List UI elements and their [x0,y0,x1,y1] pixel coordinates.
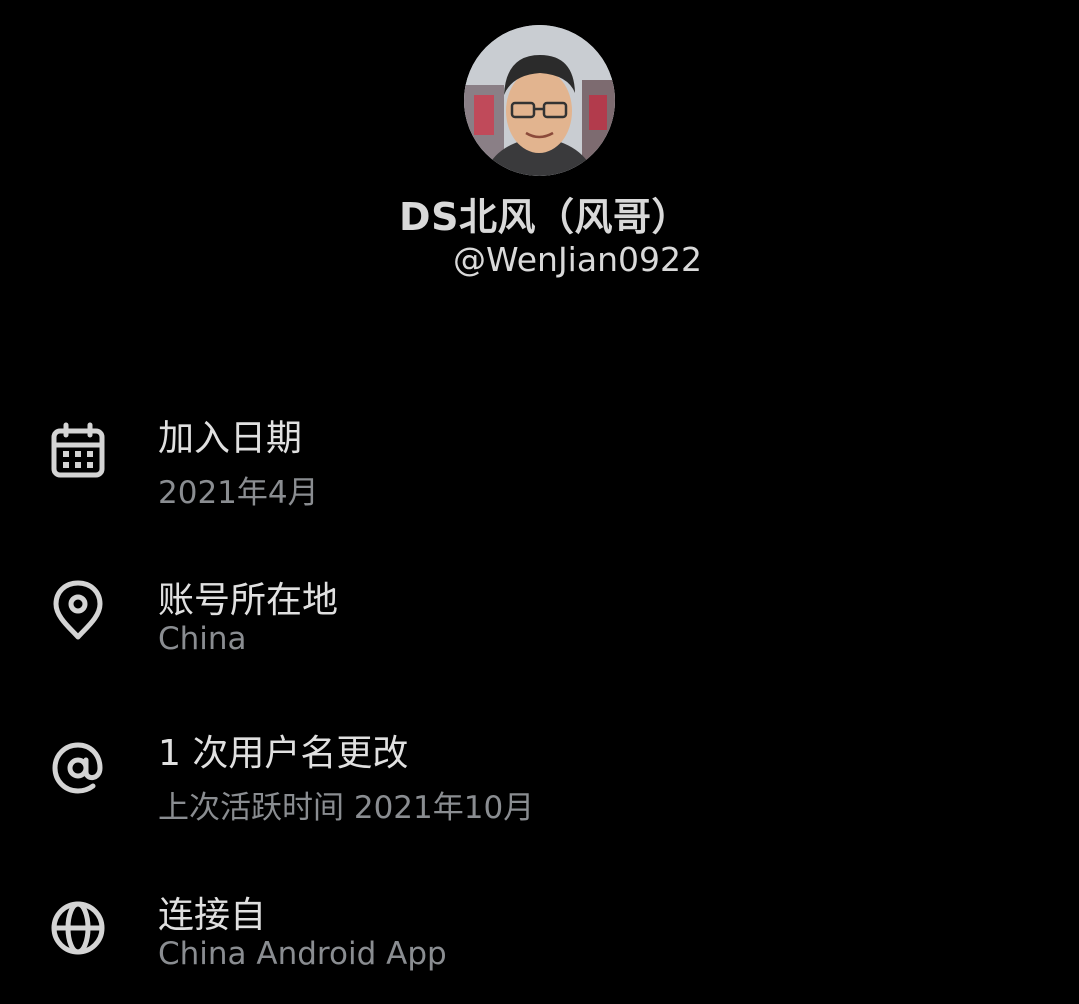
about-item-title: 1 次用户名更改 [158,733,409,774]
about-row-account-location: 账号所在地 China [0,567,1079,687]
about-item-title: 加入日期 [158,418,303,459]
username-handle: @WenJian0922 [453,240,702,279]
at-sign-icon [46,736,110,800]
about-item-subtitle: 上次活跃时间 2021年10月 [158,790,535,826]
about-row-join-date: 加入日期 2021年4月 [0,405,1079,525]
about-row-username-changes: 1 次用户名更改 上次活跃时间 2021年10月 [0,722,1079,842]
about-item-subtitle: 2021年4月 [158,475,319,511]
about-item-subtitle: China [158,621,247,657]
avatar[interactable] [464,25,615,176]
about-row-connected-via: 连接自 China Android App [0,884,1079,1004]
about-item-title: 连接自 [158,895,267,936]
globe-icon [46,896,110,960]
avatar-photo [464,25,615,176]
about-item-subtitle: China Android App [158,936,447,972]
display-name: DS北风（风哥） [399,195,690,239]
about-item-title: 账号所在地 [158,580,339,621]
calendar-icon [46,419,110,483]
location-pin-icon [46,577,110,641]
